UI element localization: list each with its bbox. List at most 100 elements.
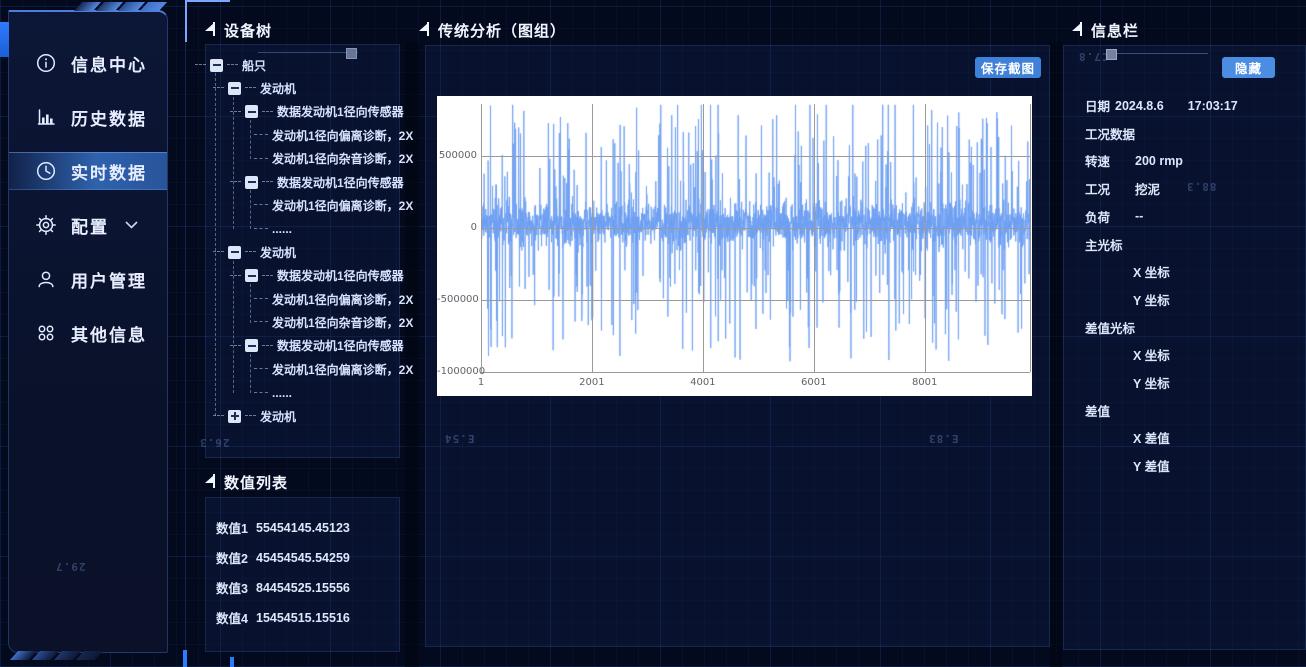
info-value: 挖泥 (1135, 183, 1161, 198)
hud-mark: 26.3 (199, 436, 230, 449)
value-label: 数值1 (216, 522, 248, 536)
value-label: 数值3 (216, 582, 248, 596)
tree-node[interactable]: 数据发动机1径向传感器 (230, 103, 404, 121)
app-root: 信息中心 历史数据 实时数据 配置 用户管理 其他信息 设备树 船只 发动机 数据发动机1径向… (0, 0, 1306, 667)
info-label: X 坐标 (1133, 266, 1170, 281)
tree-connector (262, 274, 273, 277)
info-row: X 差值 (1133, 428, 1170, 447)
tree-node[interactable]: 发动机 (213, 79, 296, 97)
info-row: 工况 挖泥 (1085, 179, 1285, 198)
tree-node[interactable]: 数据发动机1径向传感器 (230, 173, 404, 191)
collapse-icon[interactable] (245, 339, 258, 353)
save-screenshot-button[interactable]: 保存截图 (975, 57, 1041, 78)
tree-node-label: 发动机1径向杂音诊断，2X (272, 315, 414, 330)
sidebar-edge-tab[interactable] (0, 22, 9, 57)
tree-connector (254, 391, 268, 394)
hud-mark: C7.8 (1078, 50, 1109, 63)
value-number: 15454515.15516 (256, 610, 350, 625)
tree-node[interactable]: 发动机 (213, 243, 296, 261)
sidebar-item-info-center[interactable]: 信息中心 (9, 44, 167, 82)
waveform-chart[interactable]: 500000 0 -500000 -1000000 1 2001 4001 6001 8001 (437, 96, 1032, 396)
tree-node[interactable]: ...... (254, 384, 292, 402)
tree-node[interactable]: ...... (254, 220, 292, 238)
sidebar-item-label: 信息中心 (71, 55, 147, 75)
hud-mark: E.54 (444, 432, 475, 445)
info-row: Y 差值 (1133, 456, 1170, 475)
tree-node-label: 数据发动机1径向传感器 (277, 105, 404, 120)
waveform-canvas (481, 104, 1030, 372)
clock-icon (35, 160, 57, 182)
bottom-accent-bar-2 (230, 657, 234, 667)
tree-node[interactable]: 发动机1径向偏离诊断，2X (254, 196, 413, 214)
sidebar-item-history-data[interactable]: 历史数据 (9, 98, 167, 136)
chevron-down-icon[interactable] (125, 216, 138, 234)
tree-node-label: ...... (272, 221, 293, 236)
tree-node[interactable]: 船只 (195, 56, 266, 74)
collapse-icon[interactable] (245, 105, 258, 119)
tree-connector (262, 181, 273, 183)
gridline-h (481, 300, 1030, 301)
info-row: X 坐标 (1133, 262, 1170, 281)
info-row: 转速 200 rmp (1085, 151, 1285, 170)
tree-connector (254, 321, 268, 323)
tree-connector (250, 120, 251, 159)
tree-node[interactable]: 发动机1径向偏离诊断，2X (254, 360, 413, 378)
info-label: 差值光标 (1085, 321, 1136, 336)
value-number: 45454545.54259 (256, 550, 350, 565)
tree-connector (262, 110, 273, 113)
info-scrollbar-track[interactable] (1112, 53, 1208, 54)
collapse-icon[interactable] (228, 245, 241, 259)
collapse-icon[interactable] (245, 175, 258, 189)
hide-button[interactable]: 隐藏 (1222, 57, 1275, 78)
flag-icon (417, 21, 431, 41)
analysis-title: 传统分析（图组） (417, 20, 566, 41)
info-label: 工况数据 (1085, 127, 1136, 142)
collapse-icon[interactable] (245, 269, 258, 283)
collapse-icon[interactable] (210, 58, 223, 72)
tree-connector (254, 134, 268, 136)
gridline-h (481, 156, 1030, 157)
column-divider-2 (1050, 42, 1062, 667)
tree-connector (233, 261, 234, 393)
sidebar-item-label: 配置 (71, 217, 109, 237)
tree-node[interactable]: 数据发动机1径向传感器 (230, 337, 404, 355)
tree-node[interactable]: 数据发动机1径向传感器 (230, 267, 404, 285)
sidebar-item-realtime-data[interactable]: 实时数据 (9, 152, 167, 190)
info-row: 差值 (1085, 401, 1110, 420)
tree-connector (254, 204, 268, 206)
info-label: Y 坐标 (1133, 293, 1170, 308)
tree-node-label: 发动机1径向偏离诊断，2X (272, 292, 414, 307)
info-row: X 坐标 (1133, 345, 1170, 364)
value-number: 84454525.15556 (256, 580, 350, 595)
x-tick-label: 4001 (690, 377, 716, 388)
sidebar-item-other-info[interactable]: 其他信息 (9, 314, 167, 352)
sidebar-item-user-management[interactable]: 用户管理 (9, 260, 167, 298)
value-label: 数值4 (216, 612, 248, 626)
bar-chart-icon (35, 106, 57, 128)
tree-node[interactable]: 发动机 (213, 407, 296, 425)
info-label: 日期 (1085, 100, 1111, 114)
tree-node-label: 数据发动机1径向传感器 (277, 175, 404, 190)
expand-icon[interactable] (228, 409, 241, 423)
info-date: 2024.8.6 (1115, 98, 1164, 113)
collapse-icon[interactable] (228, 81, 241, 95)
sidebar-item-config[interactable]: 配置 (9, 206, 167, 244)
tree-connector (254, 368, 268, 370)
analysis-title-text: 传统分析（图组） (438, 23, 567, 40)
info-panel: 日期 2024.8.6 17:03:17 工况数据 转速 200 rmp 工况 挖泥 负荷 -- 主… (1063, 45, 1306, 650)
x-tick-label: 6001 (801, 377, 827, 388)
tree-node-label: 发动机 (260, 81, 297, 96)
info-label: X 坐标 (1133, 349, 1170, 364)
tree-node[interactable]: 发动机1径向杂音诊断，2X (254, 313, 413, 331)
info-time: 17:03:17 (1187, 98, 1238, 113)
info-row: 主光标 (1085, 235, 1123, 254)
tree-connector (227, 64, 238, 66)
bottom-accent-bar-1 (183, 650, 187, 667)
flag-icon (1070, 21, 1084, 41)
tree-node[interactable]: 发动机1径向偏离诊断，2X (254, 290, 413, 308)
tree-node[interactable]: 发动机1径向偏离诊断，2X (254, 126, 413, 144)
value-list-title: 数值列表 (203, 472, 288, 493)
tree-node[interactable]: 发动机1径向杂音诊断，2X (254, 150, 413, 168)
tree-connector (254, 157, 268, 160)
flag-icon (203, 473, 217, 493)
